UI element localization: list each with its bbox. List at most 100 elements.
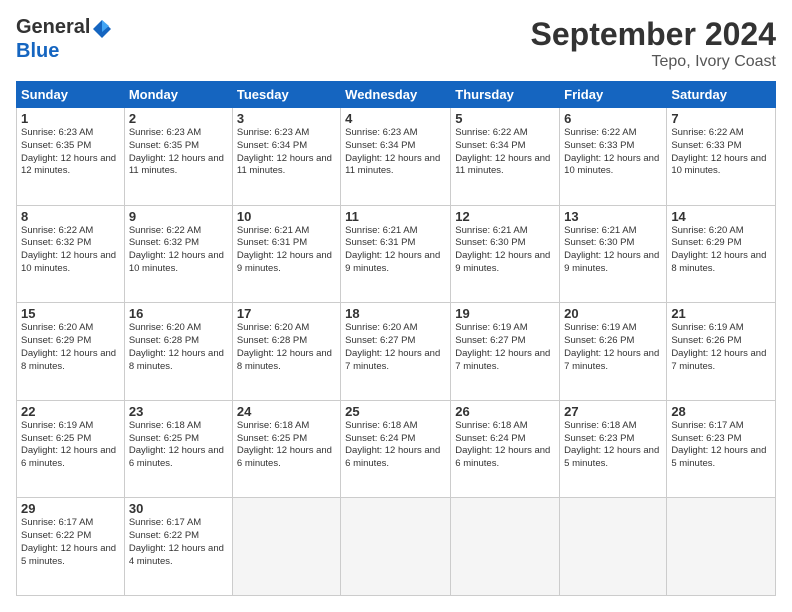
logo-blue: Blue xyxy=(16,40,59,62)
calendar-cell: 15Sunrise: 6:20 AMSunset: 6:29 PMDayligh… xyxy=(17,303,125,401)
logo-general: General xyxy=(16,16,90,38)
weekday-header-tuesday: Tuesday xyxy=(232,82,340,108)
day-number: 27 xyxy=(564,404,662,419)
day-detail: Sunrise: 6:21 AMSunset: 6:30 PMDaylight:… xyxy=(455,225,555,276)
day-detail: Sunrise: 6:21 AMSunset: 6:30 PMDaylight:… xyxy=(564,225,662,276)
calendar-week-5: 29 Sunrise: 6:17 AMSunset: 6:22 PMDayligh… xyxy=(17,498,776,596)
day-number: 8 xyxy=(21,209,120,224)
calendar-cell: 29Sunrise: 6:17 AMSunset: 6:22 PMDayligh… xyxy=(17,498,125,596)
day-detail: Sunrise: 6:19 AMSunset: 6:26 PMDaylight:… xyxy=(671,322,771,373)
calendar-cell: 18Sunrise: 6:20 AMSunset: 6:27 PMDayligh… xyxy=(341,303,451,401)
day-number: 22 xyxy=(21,404,120,419)
page: General Blue September 2024 Tepo, Ivory … xyxy=(0,0,792,612)
calendar-cell: 26Sunrise: 6:18 AMSunset: 6:24 PMDayligh… xyxy=(451,400,560,498)
calendar-week-4: 22Sunrise: 6:19 AMSunset: 6:25 PMDayligh… xyxy=(17,400,776,498)
calendar-week-1: 1Sunrise: 6:23 AMSunset: 6:35 PMDaylight… xyxy=(17,108,776,206)
day-number: 10 xyxy=(237,209,336,224)
weekday-header-saturday: Saturday xyxy=(667,82,776,108)
day-detail: Sunrise: 6:23 AMSunset: 6:35 PMDaylight:… xyxy=(21,127,120,178)
calendar-cell xyxy=(560,498,667,596)
day-detail: Sunrise: 6:20 AMSunset: 6:29 PMDaylight:… xyxy=(671,225,771,276)
calendar-cell: 17Sunrise: 6:20 AMSunset: 6:28 PMDayligh… xyxy=(232,303,340,401)
day-number: 21 xyxy=(671,306,771,321)
day-number: 30 xyxy=(129,501,228,516)
day-number: 4 xyxy=(345,111,446,126)
weekday-header-sunday: Sunday xyxy=(17,82,125,108)
calendar-cell: 13Sunrise: 6:21 AMSunset: 6:30 PMDayligh… xyxy=(560,205,667,303)
day-number: 5 xyxy=(455,111,555,126)
calendar-cell: 3Sunrise: 6:23 AMSunset: 6:34 PMDaylight… xyxy=(232,108,340,206)
day-number: 3 xyxy=(237,111,336,126)
day-detail: Sunrise: 6:18 AMSunset: 6:24 PMDaylight:… xyxy=(455,420,555,471)
day-number: 17 xyxy=(237,306,336,321)
day-detail: Sunrise: 6:20 AMSunset: 6:28 PMDaylight:… xyxy=(129,322,228,373)
calendar-cell xyxy=(232,498,340,596)
calendar-cell: 24Sunrise: 6:18 AMSunset: 6:25 PMDayligh… xyxy=(232,400,340,498)
day-number: 26 xyxy=(455,404,555,419)
day-number: 19 xyxy=(455,306,555,321)
day-detail: Sunrise: 6:17 AMSunset: 6:23 PMDaylight:… xyxy=(671,420,771,471)
day-number: 2 xyxy=(129,111,228,126)
calendar-cell: 16Sunrise: 6:20 AMSunset: 6:28 PMDayligh… xyxy=(124,303,232,401)
calendar-cell: 4Sunrise: 6:23 AMSunset: 6:34 PMDaylight… xyxy=(341,108,451,206)
logo-text: General Blue xyxy=(16,16,114,63)
title-block: September 2024 Tepo, Ivory Coast xyxy=(531,16,776,71)
weekday-header-row: SundayMondayTuesdayWednesdayThursdayFrid… xyxy=(17,82,776,108)
day-detail: Sunrise: 6:18 AMSunset: 6:25 PMDaylight:… xyxy=(129,420,228,471)
month-title: September 2024 xyxy=(531,16,776,53)
day-number: 12 xyxy=(455,209,555,224)
day-detail: Sunrise: 6:23 AMSunset: 6:34 PMDaylight:… xyxy=(345,127,446,178)
day-detail: Sunrise: 6:21 AMSunset: 6:31 PMDaylight:… xyxy=(345,225,446,276)
day-detail: Sunrise: 6:20 AMSunset: 6:27 PMDaylight:… xyxy=(345,322,446,373)
day-number: 23 xyxy=(129,404,228,419)
day-number: 28 xyxy=(671,404,771,419)
day-detail: Sunrise: 6:23 AMSunset: 6:35 PMDaylight:… xyxy=(129,127,228,178)
location-title: Tepo, Ivory Coast xyxy=(531,53,776,71)
calendar-cell: 30Sunrise: 6:17 AMSunset: 6:22 PMDayligh… xyxy=(124,498,232,596)
day-detail: Sunrise: 6:18 AMSunset: 6:23 PMDaylight:… xyxy=(564,420,662,471)
day-detail: Sunrise: 6:18 AMSunset: 6:25 PMDaylight:… xyxy=(237,420,336,471)
logo: General Blue xyxy=(16,16,114,63)
day-number: 11 xyxy=(345,209,446,224)
day-number: 1 xyxy=(21,111,120,126)
calendar-cell: 28Sunrise: 6:17 AMSunset: 6:23 PMDayligh… xyxy=(667,400,776,498)
day-number: 29 xyxy=(21,501,120,516)
day-number: 15 xyxy=(21,306,120,321)
calendar-cell: 19Sunrise: 6:19 AMSunset: 6:27 PMDayligh… xyxy=(451,303,560,401)
calendar-cell: 10Sunrise: 6:21 AMSunset: 6:31 PMDayligh… xyxy=(232,205,340,303)
weekday-header-thursday: Thursday xyxy=(451,82,560,108)
day-number: 16 xyxy=(129,306,228,321)
calendar-cell: 9Sunrise: 6:22 AMSunset: 6:32 PMDaylight… xyxy=(124,205,232,303)
weekday-header-wednesday: Wednesday xyxy=(341,82,451,108)
calendar-week-3: 15Sunrise: 6:20 AMSunset: 6:29 PMDayligh… xyxy=(17,303,776,401)
day-detail: Sunrise: 6:17 AMSunset: 6:22 PMDaylight:… xyxy=(129,517,228,568)
calendar-cell: 1Sunrise: 6:23 AMSunset: 6:35 PMDaylight… xyxy=(17,108,125,206)
day-detail: Sunrise: 6:23 AMSunset: 6:34 PMDaylight:… xyxy=(237,127,336,178)
day-number: 9 xyxy=(129,209,228,224)
day-detail: Sunrise: 6:19 AMSunset: 6:25 PMDaylight:… xyxy=(21,420,120,471)
calendar-cell: 14Sunrise: 6:20 AMSunset: 6:29 PMDayligh… xyxy=(667,205,776,303)
calendar-cell: 23Sunrise: 6:18 AMSunset: 6:25 PMDayligh… xyxy=(124,400,232,498)
calendar-cell xyxy=(341,498,451,596)
calendar-cell xyxy=(451,498,560,596)
day-number: 6 xyxy=(564,111,662,126)
calendar-week-2: 8Sunrise: 6:22 AMSunset: 6:32 PMDaylight… xyxy=(17,205,776,303)
day-number: 18 xyxy=(345,306,446,321)
day-detail: Sunrise: 6:21 AMSunset: 6:31 PMDaylight:… xyxy=(237,225,336,276)
calendar-cell: 12Sunrise: 6:21 AMSunset: 6:30 PMDayligh… xyxy=(451,205,560,303)
day-detail: Sunrise: 6:20 AMSunset: 6:29 PMDaylight:… xyxy=(21,322,120,373)
logo-icon xyxy=(91,18,113,40)
day-detail: Sunrise: 6:19 AMSunset: 6:27 PMDaylight:… xyxy=(455,322,555,373)
calendar-cell: 25Sunrise: 6:18 AMSunset: 6:24 PMDayligh… xyxy=(341,400,451,498)
day-number: 24 xyxy=(237,404,336,419)
day-number: 20 xyxy=(564,306,662,321)
calendar-cell: 21Sunrise: 6:19 AMSunset: 6:26 PMDayligh… xyxy=(667,303,776,401)
calendar-cell: 5Sunrise: 6:22 AMSunset: 6:34 PMDaylight… xyxy=(451,108,560,206)
day-detail: Sunrise: 6:22 AMSunset: 6:32 PMDaylight:… xyxy=(21,225,120,276)
calendar-cell: 7Sunrise: 6:22 AMSunset: 6:33 PMDaylight… xyxy=(667,108,776,206)
day-number: 25 xyxy=(345,404,446,419)
day-detail: Sunrise: 6:22 AMSunset: 6:34 PMDaylight:… xyxy=(455,127,555,178)
calendar-table: SundayMondayTuesdayWednesdayThursdayFrid… xyxy=(16,81,776,596)
weekday-header-monday: Monday xyxy=(124,82,232,108)
day-detail: Sunrise: 6:18 AMSunset: 6:24 PMDaylight:… xyxy=(345,420,446,471)
